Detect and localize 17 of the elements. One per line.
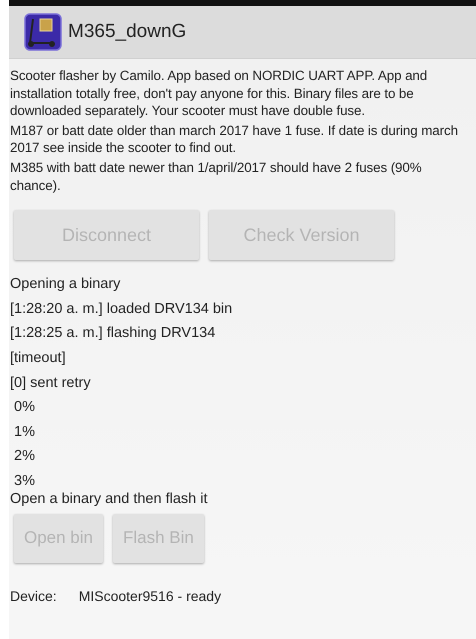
scooter-icon [24,13,62,51]
log-line: [0] sent retry [10,374,92,393]
progress-line: 3% [13,472,36,487]
log-line: [1:28:20 a. m.] loaded DRV134 bin [10,300,234,319]
device-label: Device: [10,588,57,604]
hint-text: Open a binary and then flash it [10,490,208,508]
log-line: [timeout] [10,348,67,368]
device-status: MIScooter9516 - ready [78,588,222,604]
progress-line: 0% [13,398,36,418]
info-paragraph: M385 with batt date newer than 1/april/2017 should have 2 fuses (90% chance). [10,158,423,194]
log-line: Opening a binary [10,275,122,294]
progress-line: 2% [13,447,36,466]
info-paragraph: M187 or batt date older than march 2017 have 1 fuse. If date is during march 2017 see inside the scooter to find out. [10,122,459,157]
log-line: [1:28:25 a. m.] flashing DRV134 [10,324,216,344]
app-title: M365_downG [68,21,186,43]
info-paragraph: Scooter flasher by Camilo. App based on NORDIC UART APP. App and installation totally free, don't pay anyone for this. Binary files are to be downloaded separately. Your scooter must have double fuse. [10,67,428,120]
progress-line: 1% [13,422,36,442]
